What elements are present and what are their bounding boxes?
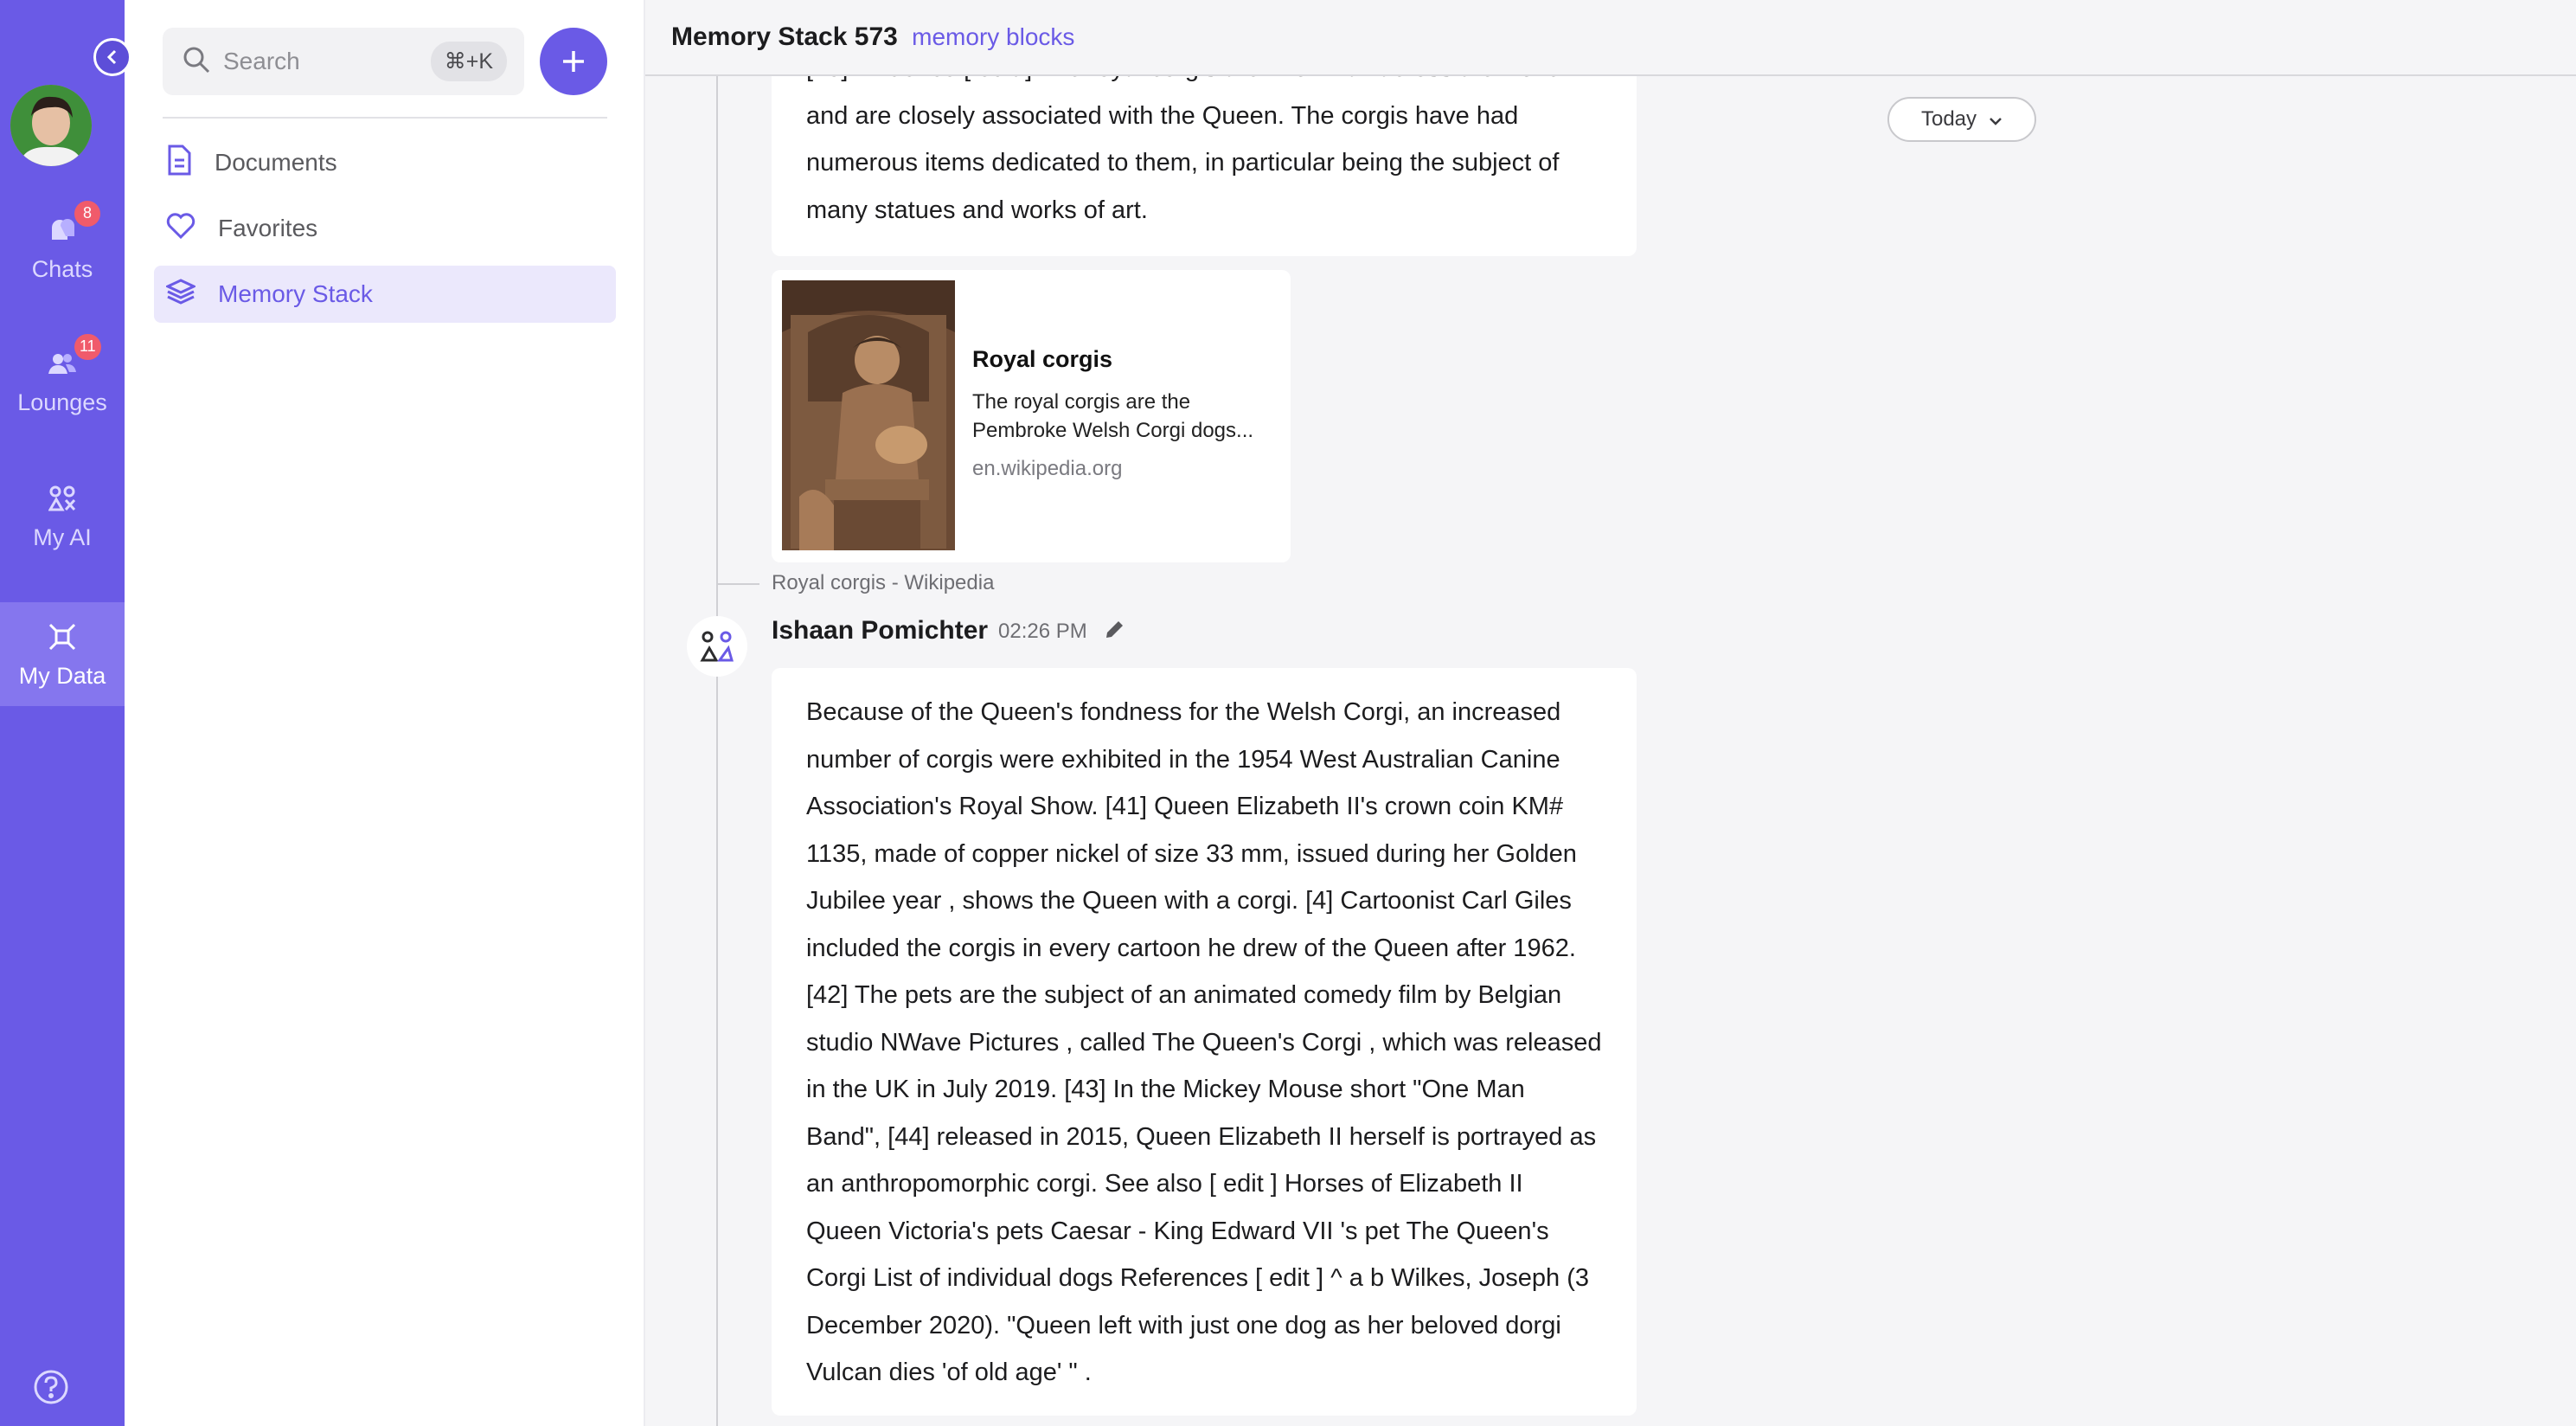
main-content: [48] Influence [ edit ] The royal corgis…	[645, 0, 2576, 1426]
plus-icon	[563, 51, 584, 72]
message-line: Queen Victoria's pets Caesar - King Edwa…	[806, 1217, 1549, 1245]
link-caption: Royal corgis - Wikipedia	[772, 571, 995, 594]
message-author[interactable]: Ishaan Pomichter	[772, 616, 988, 646]
data-network-icon	[45, 620, 80, 654]
message-line: December 2020). "Queen left with just on…	[806, 1311, 1561, 1339]
layers-icon	[164, 278, 197, 312]
pencil-icon	[1106, 621, 1123, 638]
sidebar-item-documents[interactable]: Documents	[154, 134, 616, 191]
heart-icon	[166, 212, 195, 245]
rail-item-my-ai[interactable]: My AI	[0, 464, 125, 568]
message-line: Because of the Queen's fondness for the …	[806, 698, 1561, 726]
thread-branch	[716, 583, 759, 585]
page-title-text: Memory Stack 573	[671, 22, 898, 51]
message-timestamp: 02:26 PM	[998, 620, 1087, 643]
ai-shapes-icon	[45, 481, 80, 516]
preview-description: The royal corgis are the Pembroke Welsh …	[972, 388, 1280, 445]
message-line: an anthropomorphic corgi. See also [ edi…	[806, 1170, 1523, 1198]
rail-item-label: Chats	[31, 255, 93, 282]
chevron-down-icon	[1989, 107, 2002, 132]
help-icon[interactable]	[33, 1369, 69, 1410]
ai-shapes-icon	[700, 631, 734, 662]
chats-icon: 8	[45, 200, 100, 247]
message-line: studio NWave Pictures , called The Queen…	[806, 1028, 1602, 1057]
message-line: numerous items dedicated to them, in par…	[806, 149, 1560, 177]
rail-item-label: My AI	[33, 524, 92, 550]
document-icon	[166, 145, 192, 182]
collapse-sidebar-button[interactable]	[93, 38, 131, 76]
author-avatar	[687, 616, 747, 677]
search-input[interactable]: Search ⌘+K	[163, 28, 524, 95]
chevron-left-icon	[106, 49, 117, 65]
sidebar-divider	[163, 117, 607, 119]
message-line: Association's Royal Show. [41] Queen Eli…	[806, 793, 1564, 820]
thread-line	[716, 76, 718, 1426]
message-line: in the UK in July 2019. [43] In the Mick…	[806, 1076, 1525, 1103]
message-line: included the corgis in every cartoon he …	[806, 934, 1576, 962]
message-line: Corgi List of individual dogs References…	[806, 1264, 1589, 1292]
message-line: Jubilee year , shows the Queen with a co…	[806, 887, 1572, 915]
message-line: and are closely associated with the Quee…	[806, 101, 1519, 130]
chats-badge: 8	[74, 200, 100, 227]
message-line: many statues and works of art.	[806, 196, 1148, 224]
edit-button[interactable]	[1104, 618, 1126, 645]
link-preview-card[interactable]: Royal corgis The royal corgis are the Pe…	[772, 270, 1291, 562]
date-filter-label: Today	[1920, 107, 1977, 131]
people-icon: 11	[45, 333, 101, 381]
preview-title: Royal corgis	[972, 346, 1113, 372]
message-line: number of corgis were exhibited in the 1…	[806, 745, 1560, 774]
preview-description-line: The royal corgis are the	[972, 390, 1191, 414]
sidebar-item-memory-stack[interactable]: Memory Stack	[154, 266, 616, 323]
preview-description-line: Pembroke Welsh Corgi dogs...	[972, 419, 1254, 442]
search-icon	[182, 45, 211, 79]
preview-domain: en.wikipedia.org	[972, 457, 1123, 480]
left-rail: 8 Chats 11 Lounges My AI My Data	[0, 0, 125, 1426]
sidebar: Search ⌘+K Documents Favorites Memory St…	[125, 0, 645, 1426]
sidebar-item-favorites[interactable]: Favorites	[154, 200, 616, 257]
user-avatar[interactable]	[10, 85, 92, 166]
rail-item-label: Lounges	[17, 389, 107, 415]
preview-thumbnail	[782, 280, 955, 550]
sidebar-item-label: Memory Stack	[218, 280, 373, 307]
message-line: Band", [44] released in 2015, Queen Eliz…	[806, 1122, 1597, 1151]
message-line: [42] The pets are the subject of an anim…	[806, 981, 1562, 1009]
date-filter-dropdown[interactable]: Today	[1887, 97, 2036, 142]
sidebar-item-label: Documents	[215, 149, 337, 176]
search-placeholder: Search	[223, 48, 300, 74]
page-subtitle: memory blocks	[912, 23, 1075, 50]
message-line: 1135, made of copper nickel of size 33 m…	[806, 839, 1577, 868]
main-header: Memory Stack 573 memory blocks	[645, 0, 2576, 76]
rail-item-my-data[interactable]: My Data	[0, 602, 125, 706]
page-title: Memory Stack 573 memory blocks	[671, 22, 1074, 52]
lounges-badge: 11	[74, 333, 101, 360]
search-shortcut-badge: ⌘+K	[430, 42, 507, 81]
sidebar-item-label: Favorites	[218, 215, 318, 241]
rail-item-label: My Data	[18, 662, 106, 689]
message-card: Because of the Queen's fondness for the …	[772, 668, 1637, 1416]
rail-item-chats[interactable]: 8 Chats	[0, 196, 125, 299]
rail-item-lounges[interactable]: 11 Lounges	[0, 329, 125, 433]
add-button[interactable]	[540, 28, 607, 95]
message-line: Vulcan dies 'of old age' " .	[806, 1359, 1092, 1386]
